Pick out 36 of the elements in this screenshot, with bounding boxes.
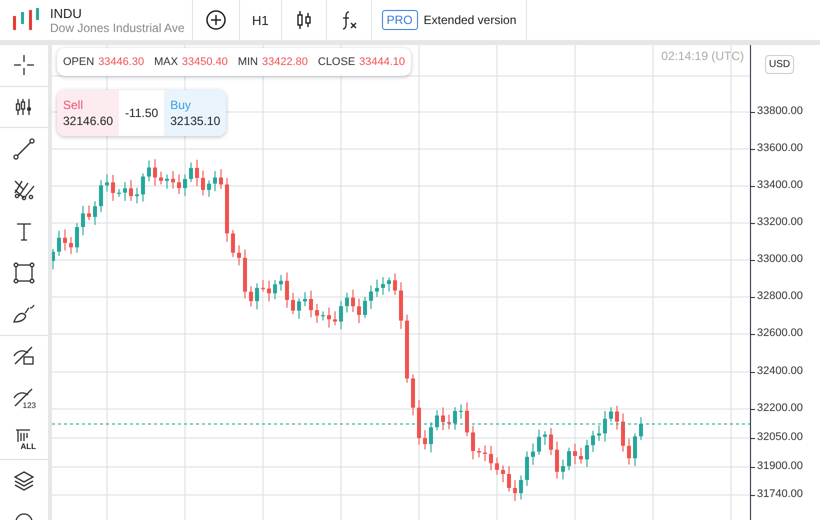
ohlc-value: 33446.30 bbox=[98, 56, 144, 68]
buy-button[interactable]: Buy 32135.10 bbox=[164, 90, 226, 136]
ohlc-label: MAX bbox=[154, 56, 178, 68]
ohlc-value: 33444.10 bbox=[359, 56, 406, 68]
sell-button[interactable]: Sell 32146.60 bbox=[57, 90, 120, 136]
price-label: 31900.00 bbox=[757, 460, 803, 472]
line-icon bbox=[12, 136, 36, 161]
price-label: 32050.00 bbox=[757, 431, 803, 443]
rectangle-icon bbox=[12, 261, 36, 286]
price-label: 33000.00 bbox=[757, 253, 803, 265]
price-label: 33600.00 bbox=[757, 142, 803, 154]
ohlc-label: CLOSE bbox=[318, 56, 356, 68]
price-label: 31740.00 bbox=[757, 488, 803, 500]
pro-badge[interactable]: PRO bbox=[382, 10, 418, 30]
price-label: 32800.00 bbox=[757, 290, 803, 302]
symbol-title: INDU bbox=[50, 6, 83, 20]
currency-button[interactable]: USD bbox=[765, 55, 794, 74]
price-label: 33400.00 bbox=[757, 179, 803, 191]
ohlc-label: MIN bbox=[238, 56, 258, 68]
price-label: 32400.00 bbox=[757, 365, 803, 377]
symbol-name: Dow Jones Industrial Ave bbox=[50, 20, 185, 34]
ohlc-value: 33422.80 bbox=[262, 56, 308, 68]
spread-value: -11.50 bbox=[119, 90, 164, 136]
price-label: 32200.00 bbox=[757, 402, 803, 414]
price-label: 33200.00 bbox=[757, 216, 803, 228]
extended-version-link[interactable]: Extended version bbox=[424, 13, 516, 27]
fork-lines-icon bbox=[12, 178, 36, 202]
layers-icon bbox=[12, 468, 36, 493]
logo-icon bbox=[12, 8, 40, 32]
price-label: 32600.00 bbox=[757, 327, 803, 339]
ohlc-value: 33450.40 bbox=[182, 56, 228, 68]
ohlc-label: OPEN bbox=[63, 56, 94, 68]
clock-text: 02:14:19 (UTC) bbox=[661, 49, 744, 63]
plus-circle-icon bbox=[205, 9, 227, 31]
crosshair-icon bbox=[12, 53, 36, 78]
price-label: 33800.00 bbox=[757, 105, 803, 117]
